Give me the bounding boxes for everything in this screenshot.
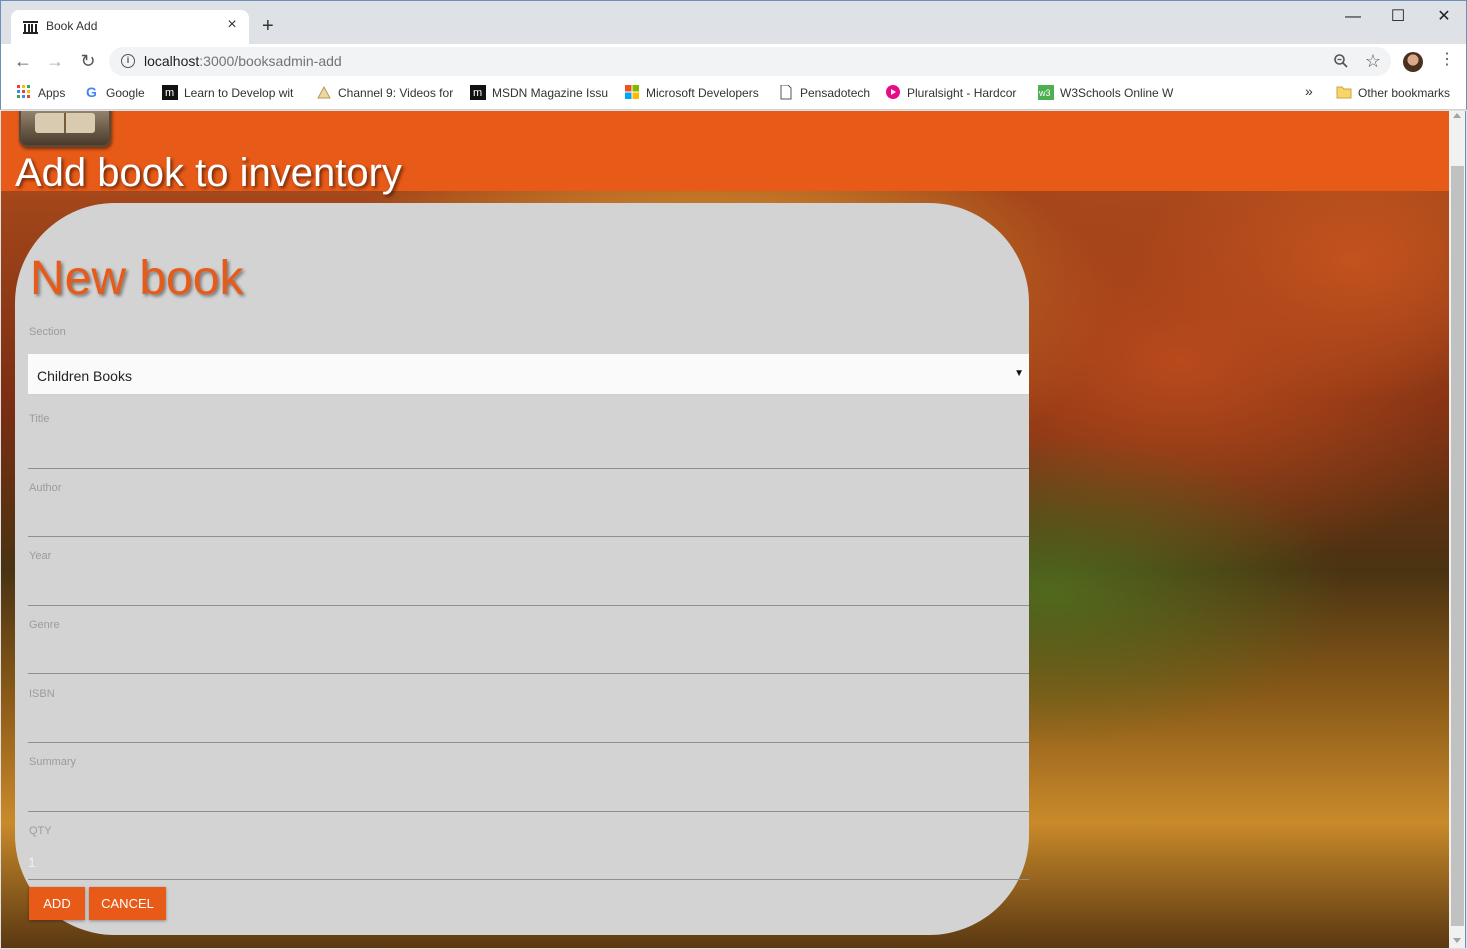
reload-icon[interactable]: ↻: [77, 50, 99, 72]
bookmark-google[interactable]: G Google: [84, 85, 154, 103]
forward-arrow-icon[interactable]: →: [44, 50, 66, 72]
bookmark-label: Apps: [38, 86, 66, 100]
other-bookmarks-label: Other bookmarks: [1358, 86, 1451, 100]
bookmark-label: Google: [106, 86, 145, 100]
m-logo-icon: m: [470, 85, 486, 100]
bookmark-msdn-magazine[interactable]: m MSDN Magazine Issu: [470, 85, 610, 103]
url-text[interactable]: localhost:3000/booksadmin-add: [144, 53, 342, 69]
channel9-icon: [317, 85, 331, 99]
close-window-button[interactable]: ✕: [1429, 7, 1459, 27]
info-icon[interactable]: i: [121, 54, 135, 68]
bookmark-w3schools[interactable]: w3 W3Schools Online W: [1038, 85, 1176, 103]
page-icon: [780, 85, 792, 100]
bookmark-learn-to-develop[interactable]: m Learn to Develop wit: [162, 85, 302, 103]
browser-toolbar: ← → ↻ i localhost:3000/booksadmin-add ☆ …: [0, 44, 1467, 78]
svg-text:w3: w3: [1038, 88, 1051, 98]
bookmark-star-icon[interactable]: ☆: [1365, 51, 1381, 72]
google-icon: G: [86, 85, 97, 100]
svg-text:m: m: [165, 87, 174, 99]
svg-text:G: G: [86, 85, 97, 100]
address-bar[interactable]: i localhost:3000/booksadmin-add ☆: [109, 47, 1391, 76]
year-label: Year: [29, 550, 52, 562]
qty-value: 1: [28, 854, 36, 870]
bookmarks-overflow-chevron[interactable]: »: [1305, 83, 1319, 101]
site-header: Add book to inventory: [1, 111, 1449, 195]
library-icon: [23, 21, 38, 34]
vertical-scrollbar[interactable]: [1449, 111, 1466, 948]
chevron-down-icon: ▼: [1014, 368, 1024, 379]
maximize-button[interactable]: ☐: [1383, 7, 1413, 27]
scroll-down-arrow-icon[interactable]: [1453, 938, 1461, 943]
form-heading: New book: [30, 252, 244, 305]
bookmark-label: Learn to Develop wit: [184, 86, 294, 100]
back-arrow-icon[interactable]: ←: [12, 50, 34, 72]
qty-label: QTY: [29, 825, 52, 837]
tab-close-icon[interactable]: ×: [224, 17, 240, 33]
w3schools-icon: w3: [1038, 85, 1054, 100]
other-bookmarks-folder[interactable]: Other bookmarks: [1336, 85, 1461, 103]
new-tab-button[interactable]: +: [262, 16, 274, 36]
page-viewport: Add book to inventory New book Section C…: [1, 111, 1449, 948]
bookmark-label: Pluralsight - Hardcor: [907, 86, 1017, 100]
title-label: Title: [29, 413, 50, 425]
cancel-button[interactable]: CANCEL: [89, 887, 166, 920]
title-input[interactable]: [28, 441, 1029, 469]
m-logo-icon: m: [162, 85, 178, 100]
qty-input[interactable]: 1: [28, 852, 1029, 880]
minimize-button[interactable]: —: [1338, 7, 1368, 27]
section-selected-value: Children Books: [37, 368, 132, 384]
new-book-form: New book Section Children Books ▼ Title …: [15, 203, 1029, 935]
page-title: Add book to inventory: [15, 151, 402, 195]
bookmark-label: Microsoft Developers: [646, 86, 759, 100]
browser-titlebar: Book Add × + — ☐ ✕: [0, 0, 1467, 45]
profile-avatar[interactable]: [1403, 52, 1423, 72]
genre-label: Genre: [29, 619, 60, 631]
tab-title: Book Add: [46, 19, 98, 33]
bookmark-channel9[interactable]: Channel 9: Videos for: [316, 85, 458, 103]
kebab-menu-icon[interactable]: ⋮: [1439, 49, 1455, 69]
folder-icon: [1336, 86, 1352, 99]
section-label: Section: [29, 326, 66, 338]
bookmark-label: MSDN Magazine Issu: [492, 86, 609, 100]
isbn-label: ISBN: [29, 688, 55, 700]
book-logo[interactable]: [19, 111, 111, 147]
section-select[interactable]: Children Books ▼: [28, 354, 1029, 395]
bookmark-label: Channel 9: Videos for: [338, 86, 454, 100]
apps-grid-icon: [17, 85, 30, 98]
genre-input[interactable]: [28, 646, 1029, 674]
add-button[interactable]: ADD: [29, 887, 85, 920]
scroll-thumb[interactable]: [1451, 166, 1464, 926]
bookmarks-bar: Apps G Google m Learn to Develop wit Chann…: [0, 78, 1467, 110]
summary-label: Summary: [29, 756, 77, 768]
microsoft-icon: [625, 85, 639, 99]
bookmark-microsoft-developers[interactable]: Microsoft Developers: [624, 85, 766, 103]
bookmark-label: Pensadotech: [800, 86, 871, 100]
bookmark-pensadotech[interactable]: Pensadotech: [778, 85, 872, 103]
pluralsight-icon: [886, 85, 900, 99]
year-input[interactable]: [28, 578, 1029, 606]
zoom-icon[interactable]: [1333, 53, 1349, 69]
bookmark-apps[interactable]: Apps: [16, 85, 76, 103]
scroll-up-arrow-icon[interactable]: [1453, 113, 1461, 118]
svg-text:m: m: [473, 87, 482, 99]
author-input[interactable]: [28, 509, 1029, 537]
browser-tab[interactable]: Book Add ×: [11, 10, 249, 45]
bookmark-pluralsight[interactable]: Pluralsight - Hardcor: [885, 85, 1025, 103]
author-label: Author: [29, 482, 62, 494]
bookmark-label: W3Schools Online W: [1060, 86, 1174, 100]
summary-input[interactable]: [28, 784, 1029, 812]
isbn-input[interactable]: [28, 715, 1029, 743]
